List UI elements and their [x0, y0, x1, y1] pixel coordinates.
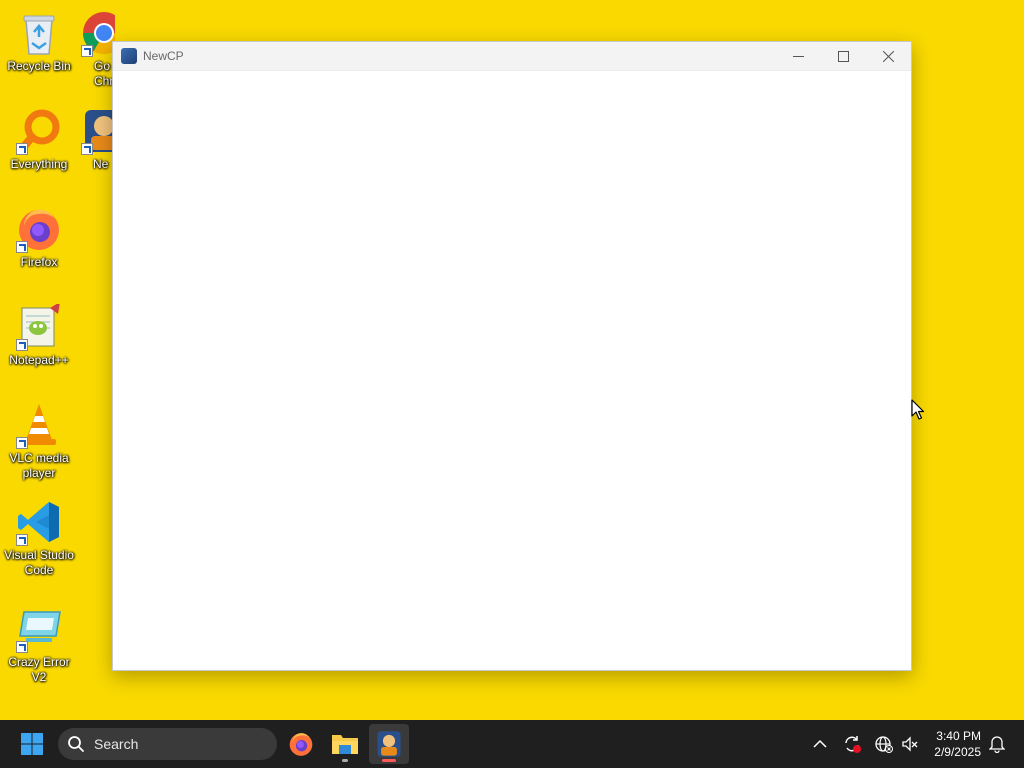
clock-time: 3:40 PM	[936, 729, 981, 743]
maximize-button[interactable]	[821, 42, 866, 71]
shortcut-arrow-icon	[16, 641, 28, 653]
shortcut-arrow-icon	[16, 534, 28, 546]
window-title: NewCP	[143, 49, 184, 63]
volume-button[interactable]	[898, 732, 922, 756]
globe-icon	[875, 736, 893, 753]
desktop-icon-label: Visual Studio Code	[4, 548, 74, 577]
desktop-icon-label: Firefox	[20, 255, 58, 269]
desktop-icon-vscode[interactable]: Visual Studio Code	[1, 497, 77, 578]
shortcut-arrow-icon	[16, 339, 28, 351]
everything-search-icon	[14, 106, 64, 156]
crazy-error-icon	[14, 604, 64, 654]
desktop-icon-label: Notepad++	[9, 353, 69, 367]
sync-icon	[845, 736, 861, 753]
show-hidden-icons-button[interactable]	[808, 732, 832, 756]
desktop-icon-firefox[interactable]: Firefox	[1, 204, 77, 270]
volume-muted-icon	[902, 736, 918, 752]
shortcut-arrow-icon	[16, 241, 28, 253]
taskbar-clock[interactable]: 3:40 PM 2/9/2025	[934, 728, 981, 760]
desktop-icon-label: Recycle Bin	[7, 59, 71, 73]
shortcut-arrow-icon	[81, 45, 93, 57]
window-controls	[776, 42, 911, 71]
taskbar-app-file-explorer[interactable]	[325, 724, 365, 764]
shortcut-arrow-icon	[81, 143, 93, 155]
desktop-icon-label: Crazy Error V2	[8, 655, 70, 684]
firefox-icon	[14, 204, 64, 254]
taskbar-app-newcp[interactable]	[369, 724, 409, 764]
notifications-button[interactable]	[985, 732, 1009, 756]
chevron-up-icon	[813, 739, 827, 748]
start-button[interactable]	[14, 728, 50, 760]
clock-date: 2/9/2025	[934, 745, 981, 759]
desktop-icon-crazy-error[interactable]: Crazy Error V2	[1, 604, 77, 685]
desktop-icon-google-chrome[interactable]: Go Chr	[79, 8, 115, 89]
app-icon	[121, 48, 137, 64]
minimize-icon	[793, 56, 804, 57]
vlc-icon	[14, 400, 64, 450]
shortcut-arrow-icon	[16, 437, 28, 449]
google-chrome-icon	[79, 8, 115, 58]
search-placeholder: Search	[94, 736, 139, 752]
desktop-icon-notepad-plus-plus[interactable]: Notepad++	[1, 302, 77, 368]
desktop-icon-newcp[interactable]: Ne	[79, 106, 115, 172]
newcp-window[interactable]: NewCP	[112, 41, 912, 671]
taskbar-app-firefox[interactable]	[281, 724, 321, 764]
sync-status-button[interactable]	[840, 732, 864, 756]
windows-start-icon	[21, 733, 43, 755]
bell-icon	[989, 736, 1005, 753]
running-indicator	[342, 759, 348, 762]
search-icon	[68, 736, 84, 752]
recycle-bin-icon	[14, 8, 64, 58]
taskbar: Search 3:40 PM 2/9/2025	[0, 720, 1024, 768]
mouse-cursor-icon	[911, 399, 925, 420]
window-titlebar[interactable]: NewCP	[113, 42, 911, 71]
close-button[interactable]	[866, 42, 911, 71]
desktop-icon-label: VLC media player	[9, 451, 69, 480]
network-button[interactable]	[872, 732, 896, 756]
desktop-icon-label: Go Chr	[94, 59, 114, 88]
folder-icon	[332, 735, 358, 754]
maximize-icon	[838, 51, 849, 62]
notepad-plus-plus-icon	[14, 302, 64, 352]
close-icon	[883, 51, 894, 62]
desktop-icon-vlc[interactable]: VLC media player	[1, 400, 77, 481]
desktop-icon-recycle-bin[interactable]: Recycle Bin	[1, 8, 77, 74]
vscode-icon	[14, 497, 64, 547]
newcp-icon	[79, 106, 115, 156]
desktop-icon-everything[interactable]: Everything	[1, 106, 77, 172]
minimize-button[interactable]	[776, 42, 821, 71]
newcp-icon	[377, 731, 401, 757]
taskbar-search-box[interactable]: Search	[58, 728, 277, 760]
window-content[interactable]	[113, 71, 911, 670]
shortcut-arrow-icon	[16, 143, 28, 155]
firefox-icon	[289, 733, 313, 756]
desktop-icon-label: Everything	[10, 157, 68, 171]
active-indicator	[382, 759, 396, 762]
